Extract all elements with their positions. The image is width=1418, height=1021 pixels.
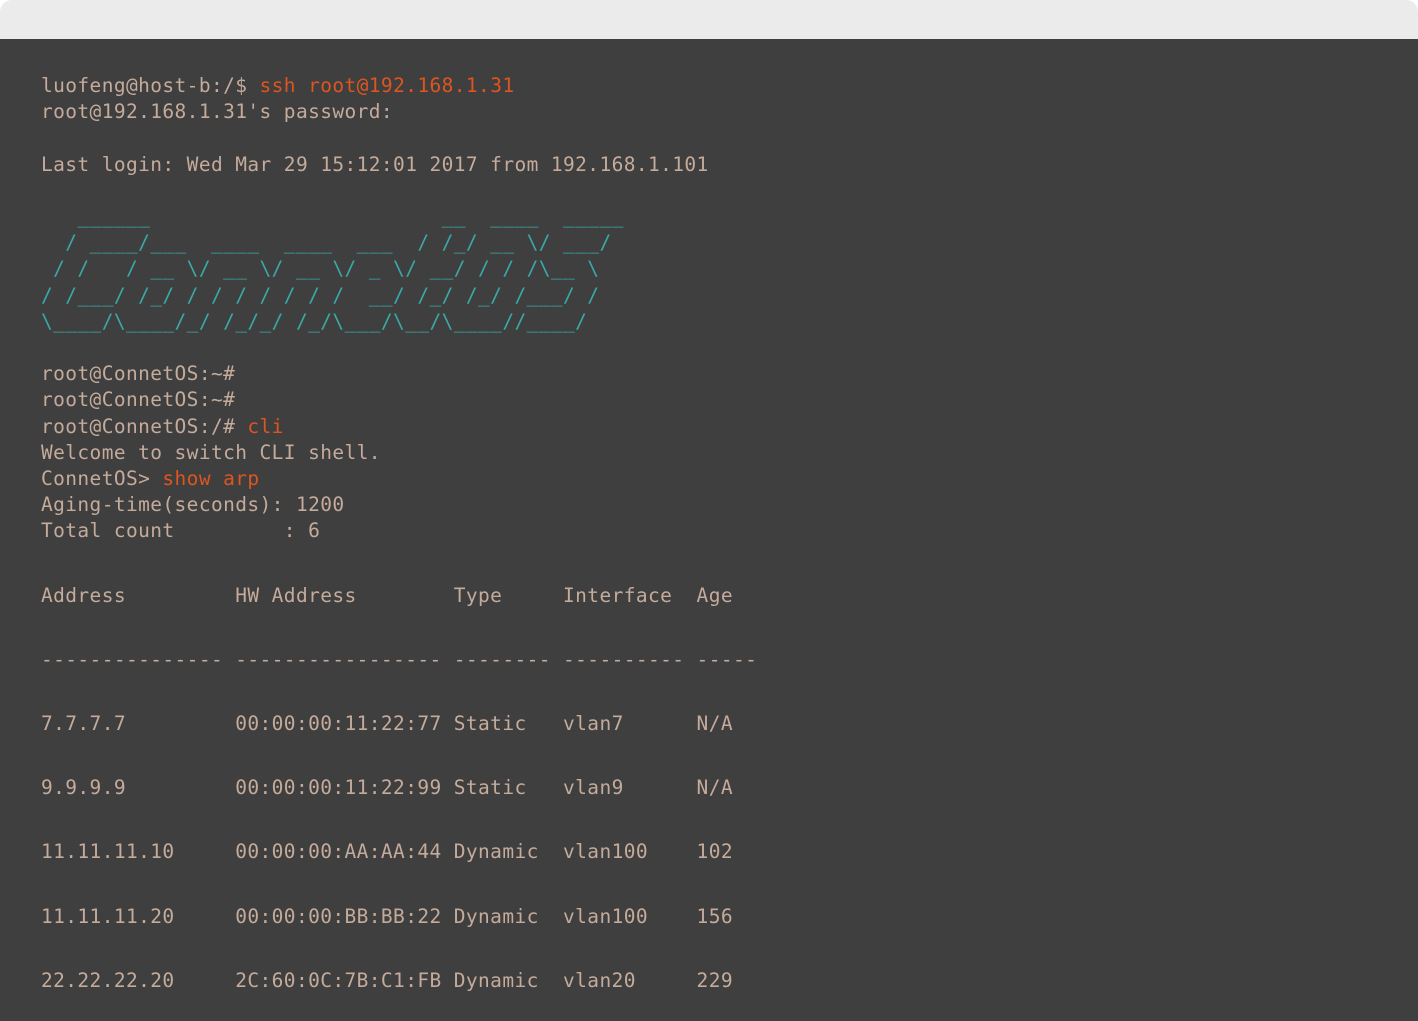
terminal-line-password-prompt: root@192.168.1.31's password: [41,100,394,124]
arp-table: Address HW Address Type Interface Age --… [41,545,1418,1021]
root-shell-prompt: root@ConnetOS:/# [41,414,248,438]
connetos-ascii-logo: ______ __ ____ _____ / ____/___ ____ ___… [41,205,624,333]
arp-aging-time: Aging-time(seconds): 1200 [41,493,345,517]
terminal-window: luofeng@host-b:/$ ssh root@192.168.1.31 … [0,0,1418,1021]
terminal-titlebar[interactable] [0,0,1418,39]
table-row: 7.7.7.7 00:00:00:11:22:77 Static vlan7 N… [41,712,733,736]
terminal-line-blank-1 [41,125,1418,151]
cli-command: cli [247,414,284,438]
terminal-line-ssh: luofeng@host-b:/$ ssh root@192.168.1.31 [41,73,1418,99]
terminal-line-cli: root@ConnetOS:/# cli [41,414,1418,440]
table-row: 11.11.11.10 00:00:00:AA:AA:44 Dynamic vl… [41,840,733,864]
terminal-output-area[interactable]: luofeng@host-b:/$ ssh root@192.168.1.31 … [0,39,1418,1021]
terminal-line-root-prompt-2: root@ConnetOS:~# [41,388,236,412]
terminal-line-show-arp: ConnetOS> show arp [41,466,1418,492]
terminal-line-welcome: Welcome to switch CLI shell. [41,440,381,464]
terminal-line-root-prompt-1: root@ConnetOS:~# [41,362,236,386]
table-row: 9.9.9.9 00:00:00:11:22:99 Static vlan9 N… [41,776,733,800]
arp-total-count: Total count : 6 [41,519,321,543]
terminal-line-last-login: Last login: Wed Mar 29 15:12:01 2017 fro… [41,152,709,176]
show-arp-command: show arp [162,467,260,491]
table-row: 11.11.11.20 00:00:00:BB:BB:22 Dynamic vl… [41,904,733,928]
terminal-line-blank-3 [41,335,1418,361]
terminal-line-blank-2 [41,178,1418,204]
table-row: 22.22.22.20 2C:60:0C:7B:C1:FB Dynamic vl… [41,968,733,992]
arp-table-separator: --------------- ----------------- ------… [41,647,758,671]
local-shell-prompt: luofeng@host-b:/$ [41,74,260,97]
ssh-command: ssh root@192.168.1.31 [259,74,515,97]
arp-table-header: Address HW Address Type Interface Age [41,583,733,607]
cli-prompt-1: ConnetOS> [41,467,163,491]
